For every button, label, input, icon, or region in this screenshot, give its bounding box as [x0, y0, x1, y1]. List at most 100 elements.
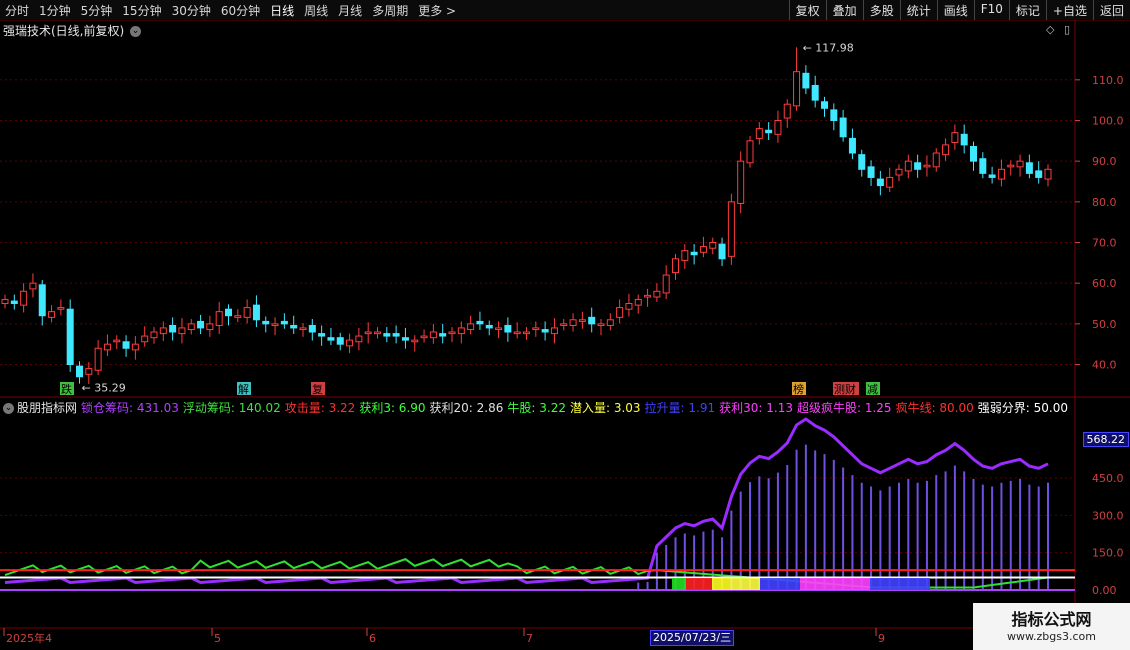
ind-tick-label: 300.0 — [1092, 509, 1124, 522]
date-label: 6 — [369, 632, 376, 645]
kline-chart[interactable]: 110.0 100.0 90.0 80.0 70.0 60.0 50.0 40.0 ← 117.… — [0, 0, 1130, 650]
candle — [94, 347, 102, 371]
candle — [765, 129, 773, 134]
candle — [644, 294, 652, 298]
watermark: 指标公式网 www.zbgs3.com — [973, 603, 1130, 650]
candle — [85, 368, 93, 375]
candle — [411, 339, 419, 343]
marker-text: 榜 — [793, 382, 804, 396]
indicator-value-4: 获利20: 2.86 — [429, 401, 504, 415]
candle — [997, 168, 1005, 180]
candle — [29, 282, 37, 290]
chart-title: 强瑞技术(日线,前复权) ⌄ — [3, 22, 142, 39]
candle — [122, 341, 130, 349]
signal-block — [712, 578, 730, 590]
candle — [392, 333, 400, 337]
candle — [802, 72, 810, 89]
y-tick-label: 110.0 — [1092, 74, 1124, 87]
high-label: ← 117.98 — [803, 41, 854, 54]
candle — [653, 290, 661, 298]
indicator-value-10: 疯牛线: 80.00 — [895, 401, 974, 415]
candle — [979, 158, 987, 174]
chart-toolbar-icons: ◇ ▯ — [1046, 23, 1070, 36]
candle — [672, 258, 679, 274]
candle — [448, 331, 456, 335]
candle — [895, 168, 903, 176]
candle — [262, 320, 270, 325]
y-tick-label: 80.0 — [1092, 196, 1117, 209]
candle — [634, 298, 642, 306]
candle — [215, 311, 223, 326]
candle — [774, 119, 782, 135]
candle — [699, 246, 707, 253]
candle — [178, 327, 186, 335]
candle — [429, 331, 437, 339]
candle — [523, 331, 530, 335]
signal-block — [800, 578, 870, 590]
marker-text: 复 — [312, 382, 323, 396]
candle — [290, 324, 298, 329]
candle — [923, 164, 931, 168]
candle — [588, 316, 596, 325]
candle — [662, 274, 670, 294]
indicator-value-0: 锁仓筹码: 431.03 — [81, 401, 179, 415]
diamond-icon[interactable]: ◇ — [1046, 23, 1054, 36]
candle — [727, 201, 735, 257]
indicator-value-6: 潜入量: 3.03 — [569, 401, 641, 415]
y-tick-label: 40.0 — [1092, 359, 1117, 372]
candle — [20, 290, 28, 306]
candle — [867, 166, 875, 178]
watermark-url: www.zbgs3.com — [1007, 630, 1096, 643]
candle — [932, 152, 940, 168]
candle — [225, 308, 232, 317]
marker-text: 解 — [238, 382, 249, 396]
candle — [318, 333, 326, 337]
candle — [1, 298, 9, 305]
panel-icon[interactable]: ▯ — [1064, 23, 1070, 36]
chevron-down-icon[interactable]: ⌄ — [130, 26, 142, 37]
candle — [38, 284, 46, 317]
candle — [1044, 168, 1052, 180]
indicator-value-2: 攻击量: 3.22 — [284, 401, 356, 415]
candle — [876, 178, 884, 187]
candle — [10, 300, 18, 305]
y-tick-label: 100.0 — [1092, 114, 1124, 127]
candle — [914, 162, 922, 170]
candle — [1016, 160, 1024, 168]
indicator-value-7: 拉升量: 1.91 — [644, 401, 716, 415]
candle — [746, 140, 754, 164]
marker-text: 减 — [867, 383, 878, 396]
candle — [364, 331, 372, 335]
y-tick-label: 60.0 — [1092, 277, 1117, 290]
candle — [485, 324, 493, 329]
signal-block — [686, 578, 712, 590]
candle — [113, 339, 121, 343]
candle — [234, 315, 242, 318]
candle — [690, 251, 698, 256]
candle — [793, 71, 801, 107]
candle — [1007, 164, 1015, 168]
candle — [616, 307, 624, 318]
marker-text: 跌 — [61, 382, 72, 396]
indicator-value-5: 牛股: 3.22 — [507, 401, 566, 415]
candle — [578, 319, 586, 322]
current-date: 2025/07/23/三 — [650, 630, 735, 646]
candle — [839, 117, 847, 138]
candle — [57, 307, 65, 310]
candle — [811, 85, 819, 101]
candle — [625, 303, 633, 310]
candle — [457, 327, 465, 335]
indicator-value-11: 强弱分界: 50.00 — [977, 401, 1068, 415]
signal-block — [870, 578, 930, 590]
candle — [848, 137, 856, 154]
chevron-down-icon[interactable]: ⌄ — [3, 403, 14, 414]
candle — [439, 333, 447, 337]
watermark-title: 指标公式网 — [1011, 610, 1092, 629]
candle — [355, 335, 363, 343]
candle — [560, 323, 568, 326]
signal-block — [672, 578, 686, 590]
candle — [606, 319, 614, 326]
indicator-value-9: 超级疯牛股: 1.25 — [796, 401, 892, 415]
current-value-tag: 568.22 — [1082, 432, 1129, 447]
candle — [299, 327, 307, 331]
